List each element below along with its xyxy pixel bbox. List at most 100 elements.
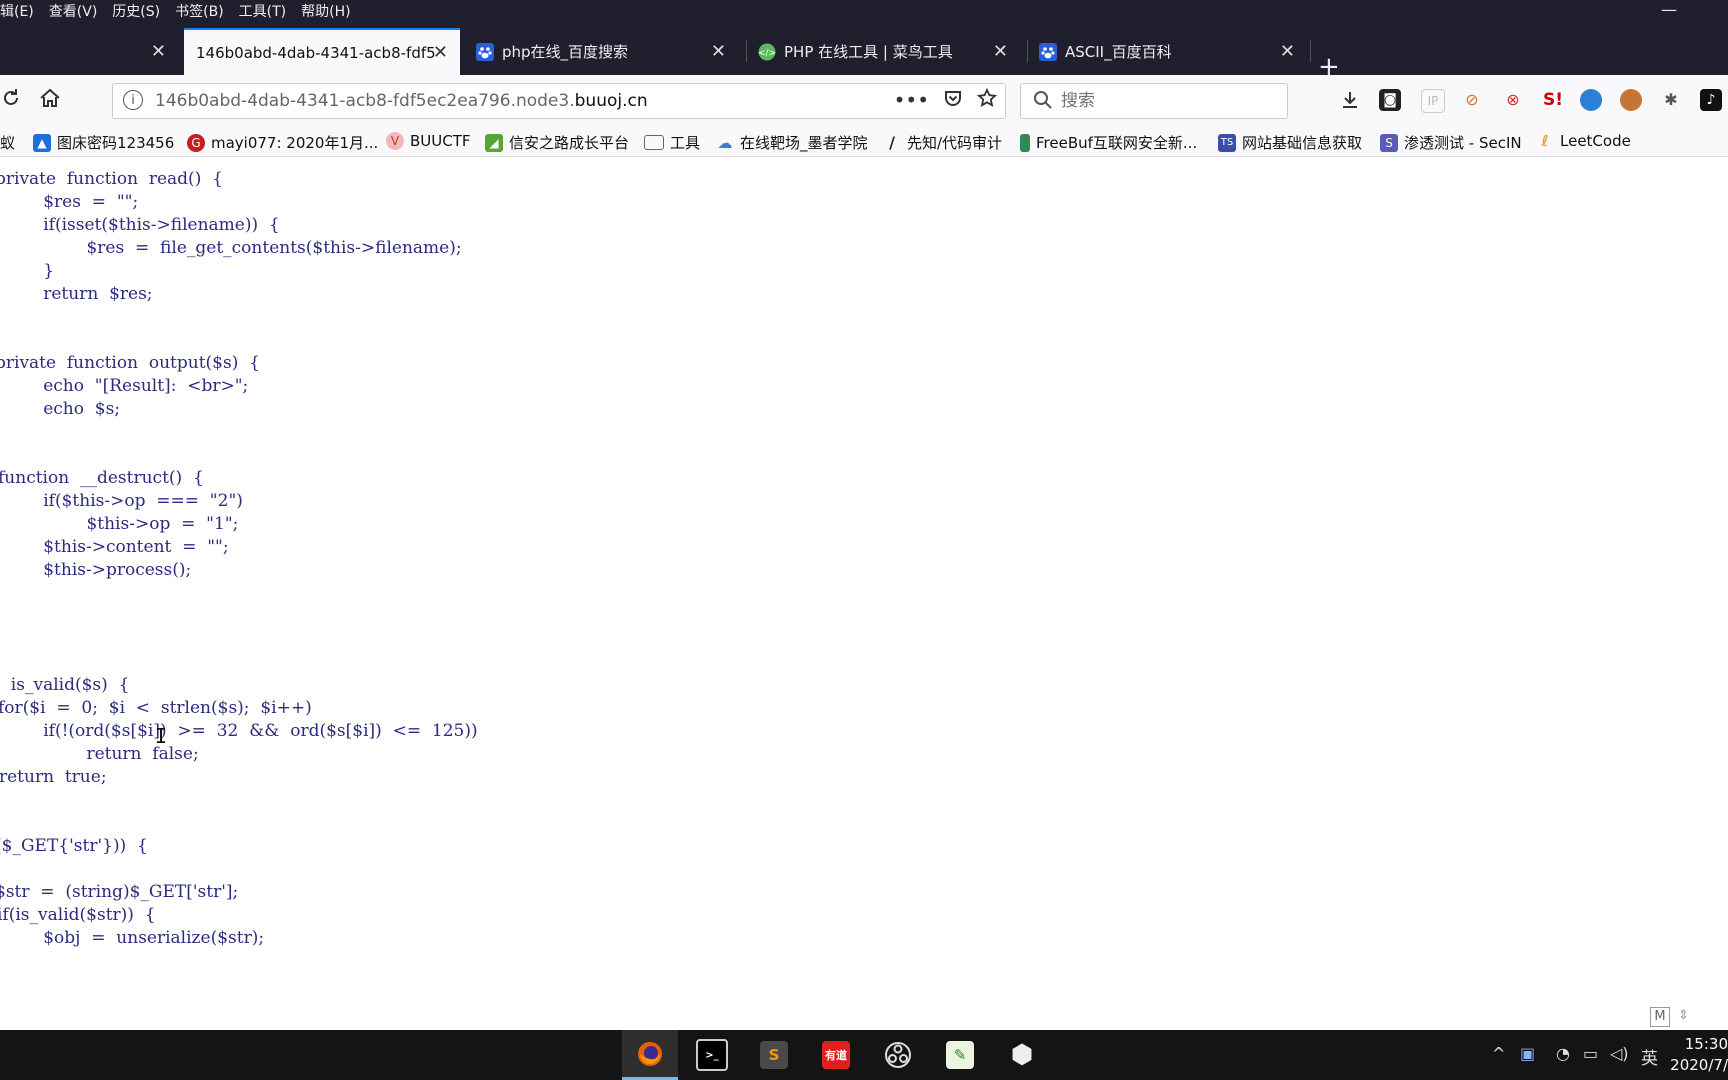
block-icon[interactable]: ⊗	[1502, 89, 1524, 111]
search-bar[interactable]	[1020, 83, 1288, 119]
s-extension-icon[interactable]: S!	[1542, 89, 1564, 111]
youdao-icon: 有道	[822, 1041, 850, 1069]
close-icon[interactable]: ✕	[993, 41, 1008, 62]
notepad-app[interactable]: ✎	[932, 1030, 988, 1080]
bookmarks-toolbar: 蚁 ▲ 图床密码123456 Gmayi077: 2020年1月... V BUUC…	[0, 127, 1728, 157]
bookmark-item[interactable]: ◢ 信安之路成长平台	[485, 132, 629, 153]
volume-icon[interactable]: ◁)	[1610, 1044, 1629, 1063]
info-icon[interactable]: i	[123, 90, 143, 110]
ime-indicator[interactable]: 英	[1641, 1044, 1658, 1069]
tab-title: 146b0abd-4dab-4341-acb8-fdf5	[196, 43, 436, 62]
bookmark-item[interactable]: 工具	[644, 132, 700, 153]
obs-app[interactable]	[870, 1030, 926, 1080]
baidu-paw-icon	[1039, 42, 1057, 61]
bookmark-item[interactable]: ☁ 在线靶场_墨者学院	[716, 132, 868, 153]
minimize-window-button[interactable]: —	[1661, 0, 1677, 19]
terminal-icon: >_	[696, 1039, 728, 1071]
url-host-prefix: 146b0abd-4dab-4341-acb8-fdf5ec2ea796.nod…	[155, 91, 575, 111]
pocket-icon[interactable]	[943, 88, 963, 113]
clock[interactable]: 15:30 2020/7/	[1668, 1034, 1728, 1076]
page-actions-icon[interactable]: •••	[894, 88, 929, 113]
bug-icon[interactable]: ✱	[1660, 89, 1682, 111]
network-share-icon[interactable]: ▣	[1520, 1044, 1535, 1063]
code-line: $this->op = "1";	[0, 514, 239, 534]
code-line: echo $s;	[0, 399, 121, 419]
xianzhi-icon: /	[889, 132, 895, 152]
menu-view[interactable]: 查看(V)	[49, 1, 98, 21]
menu-history[interactable]: 历史(S)	[112, 1, 160, 21]
tab-0[interactable]: ✕	[0, 28, 178, 75]
buuctf-icon: V	[386, 132, 404, 150]
leetcode-icon: ℓ	[1541, 132, 1549, 150]
menu-edit[interactable]: 辑(E)	[0, 1, 34, 21]
code-line: for($i = 0; $i < strlen($s); $i++)	[0, 698, 312, 718]
code-line: return $res;	[0, 284, 153, 304]
music-icon[interactable]: ♪	[1700, 89, 1722, 111]
search-input[interactable]	[1059, 90, 1263, 112]
battery-icon[interactable]: ▭	[1583, 1044, 1598, 1063]
url-bar[interactable]: i 146b0abd-4dab-4341-acb8-fdf5ec2ea796.n…	[112, 83, 1006, 119]
reload-icon[interactable]	[0, 87, 22, 114]
bookmark-item[interactable]: 蚁	[0, 132, 15, 153]
bookmark-item[interactable]: S 渗透测试 - SecIN	[1380, 132, 1522, 153]
runoob-icon: </>	[758, 43, 776, 61]
mozhe-icon: ☁	[717, 133, 733, 152]
menu-tools[interactable]: 工具(T)	[239, 1, 286, 21]
mask-extension-icon[interactable]: ◙	[1379, 89, 1401, 111]
bookmark-item[interactable]: ℓ LeetCode	[1536, 132, 1630, 150]
youdao-app[interactable]: 有道	[808, 1030, 864, 1080]
download-icon[interactable]	[1339, 89, 1361, 111]
clock-date: 2020/7/	[1670, 1056, 1728, 1074]
bookmark-item[interactable]: V BUUCTF	[386, 132, 471, 150]
baidu-paw-icon	[476, 42, 494, 61]
url-actions: •••	[894, 87, 998, 113]
tab-runoob[interactable]: </> PHP 在线工具 | 菜鸟工具 ✕	[746, 28, 1020, 75]
svg-text:</>: </>	[758, 48, 776, 58]
bookmark-item[interactable]: FreeBuf互联网安全新...	[1020, 132, 1197, 153]
clock-time: 15:30	[1684, 1035, 1728, 1053]
tab-separator	[1310, 40, 1311, 62]
sublime-app[interactable]: S	[746, 1030, 802, 1080]
code-line: ($_GET{'str'})) {	[0, 836, 148, 856]
close-icon[interactable]: ✕	[433, 42, 448, 63]
bookmark-item[interactable]: ▲ 图床密码123456	[33, 132, 174, 153]
status-m-badge[interactable]: M	[1650, 1007, 1670, 1027]
ts-icon: TS	[1218, 133, 1236, 152]
code-line: echo "[Result]: <br>";	[0, 376, 249, 396]
close-icon[interactable]: ✕	[711, 41, 726, 62]
updown-arrow-icon[interactable]: ⇕	[1678, 1008, 1689, 1023]
tab-strip: ✕ 146b0abd-4dab-4341-acb8-fdf5 ✕ php在线_百…	[0, 22, 1728, 82]
bookmark-item[interactable]: / 先知/代码审计	[883, 132, 1002, 153]
sublime-icon: S	[760, 1041, 788, 1069]
taskbar: >_ S 有道 ✎ ⬢ ^ ▣ ◔ ▭ ◁) 英 15:30 2020/7/	[0, 1030, 1728, 1080]
tab-active[interactable]: 146b0abd-4dab-4341-acb8-fdf5 ✕	[184, 28, 460, 75]
code-line: $this->content = "";	[0, 537, 229, 557]
close-icon[interactable]: ✕	[151, 41, 166, 62]
notepad-icon: ✎	[946, 1041, 974, 1069]
code-line: if(isset($this->filename)) {	[0, 215, 280, 235]
text-cursor-icon: I	[155, 724, 168, 748]
close-icon[interactable]: ✕	[1280, 41, 1295, 62]
terminal-app[interactable]: >_	[684, 1030, 740, 1080]
menu-help[interactable]: 帮助(H)	[301, 1, 350, 21]
cube-app[interactable]: ⬢	[994, 1030, 1050, 1080]
tray-chevron-icon[interactable]: ^	[1492, 1044, 1505, 1063]
tab-title: ASCII_百度百科	[1065, 43, 1172, 61]
star-icon[interactable]	[976, 87, 998, 113]
bookmark-item[interactable]: TS 网站基础信息获取	[1218, 132, 1362, 153]
ip-extension-icon[interactable]: IP	[1421, 89, 1445, 113]
cookie-icon[interactable]	[1620, 89, 1642, 111]
menu-bookmarks[interactable]: 书签(B)	[175, 1, 224, 21]
tab-ascii-baike[interactable]: ASCII_百度百科 ✕	[1027, 28, 1307, 75]
navigation-toolbar: i 146b0abd-4dab-4341-acb8-fdf5ec2ea796.n…	[0, 75, 1728, 127]
bookmark-item[interactable]: Gmayi077: 2020年1月...	[187, 132, 378, 153]
home-icon[interactable]	[38, 87, 62, 114]
freebuf-icon	[1020, 133, 1030, 152]
shield-icon[interactable]	[1580, 89, 1602, 111]
firefox-app[interactable]	[622, 1030, 678, 1080]
no-script-icon[interactable]: ⊘	[1461, 89, 1483, 111]
wifi-icon[interactable]: ◔	[1556, 1044, 1570, 1063]
tab-baidu-search[interactable]: php在线_百度搜索 ✕	[464, 28, 738, 75]
gitee-icon: G	[187, 133, 205, 152]
code-line: if(!(ord($s[$i]) >= 32 && ord($s[$i]) <=…	[0, 721, 478, 741]
